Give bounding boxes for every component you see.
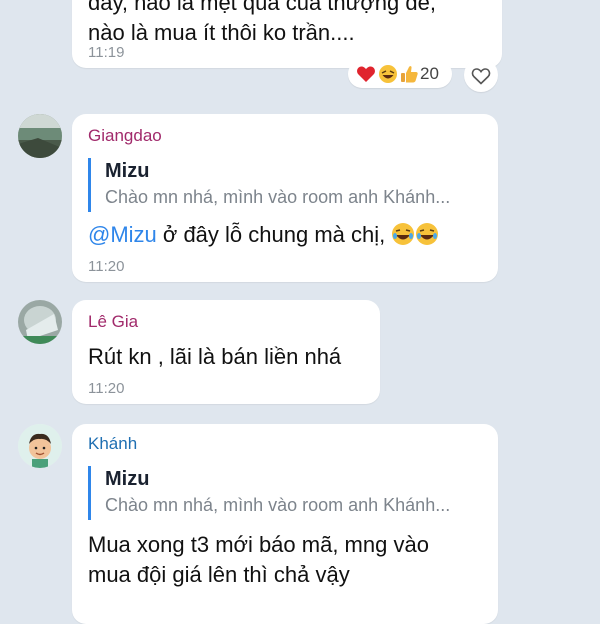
avatar[interactable]	[18, 424, 62, 468]
avatar-cartoon-image	[18, 424, 62, 468]
message-time: 11:20	[88, 258, 125, 275]
rofl-emoji-icon	[416, 223, 439, 245]
reactions-pill[interactable]: 20	[348, 60, 452, 88]
message-bubble[interactable]: đây, nào là mệt quá của thượng đế, nào l…	[72, 0, 502, 68]
sender-name[interactable]: Giangdao	[88, 126, 162, 146]
message-text: Mua xong t3 mới báo mã, mng vào mua đội …	[88, 532, 429, 587]
quote-sender: Mizu	[105, 160, 150, 182]
laughing-emoji-icon	[379, 65, 397, 83]
message-text: Rút kn , lãi là bán liền nhá	[88, 344, 342, 369]
message-bubble[interactable]: Khánh Mizu Chào mn nhá, mình vào room an…	[72, 424, 498, 624]
heart-outline-icon	[471, 68, 491, 85]
quote-text: Chào mn nhá, mình vào room anh Khánh...	[105, 187, 451, 207]
message-bubble[interactable]: Giangdao Mizu Chào mn nhá, mình vào room…	[72, 114, 498, 282]
heart-icon	[357, 66, 375, 82]
avatar[interactable]	[18, 300, 62, 344]
message-bubble[interactable]: Lê Gia Rút kn , lãi là bán liền nhá 11:2…	[72, 300, 380, 404]
message-text-line: @Mizu ở đây lỗ chung mà chị,	[88, 220, 439, 250]
message-text: ở đây lỗ chung mà chị,	[156, 222, 392, 247]
message-time: 11:19	[88, 44, 125, 61]
rofl-emoji-icon	[392, 223, 415, 245]
quote-sender: Mizu	[105, 468, 150, 490]
message-text: đây, nào là mệt quá của thượng đế, nào l…	[88, 0, 436, 45]
avatar[interactable]	[18, 114, 62, 158]
avatar-image	[18, 300, 62, 344]
reaction-count: 20	[420, 64, 439, 83]
heart-react-button[interactable]	[464, 58, 498, 92]
sender-name[interactable]: Lê Gia	[88, 312, 138, 332]
quote-text: Chào mn nhá, mình vào room anh Khánh...	[105, 495, 451, 515]
thumbs-up-icon	[401, 66, 418, 83]
mention-link[interactable]: @Mizu	[88, 222, 157, 247]
sender-name[interactable]: Khánh	[88, 434, 137, 454]
reply-quote[interactable]: Mizu Chào mn nhá, mình vào room anh Khán…	[88, 158, 478, 212]
message-time: 11:20	[88, 380, 125, 397]
reply-quote[interactable]: Mizu Chào mn nhá, mình vào room anh Khán…	[88, 466, 478, 520]
avatar-landscape-image	[18, 114, 62, 158]
